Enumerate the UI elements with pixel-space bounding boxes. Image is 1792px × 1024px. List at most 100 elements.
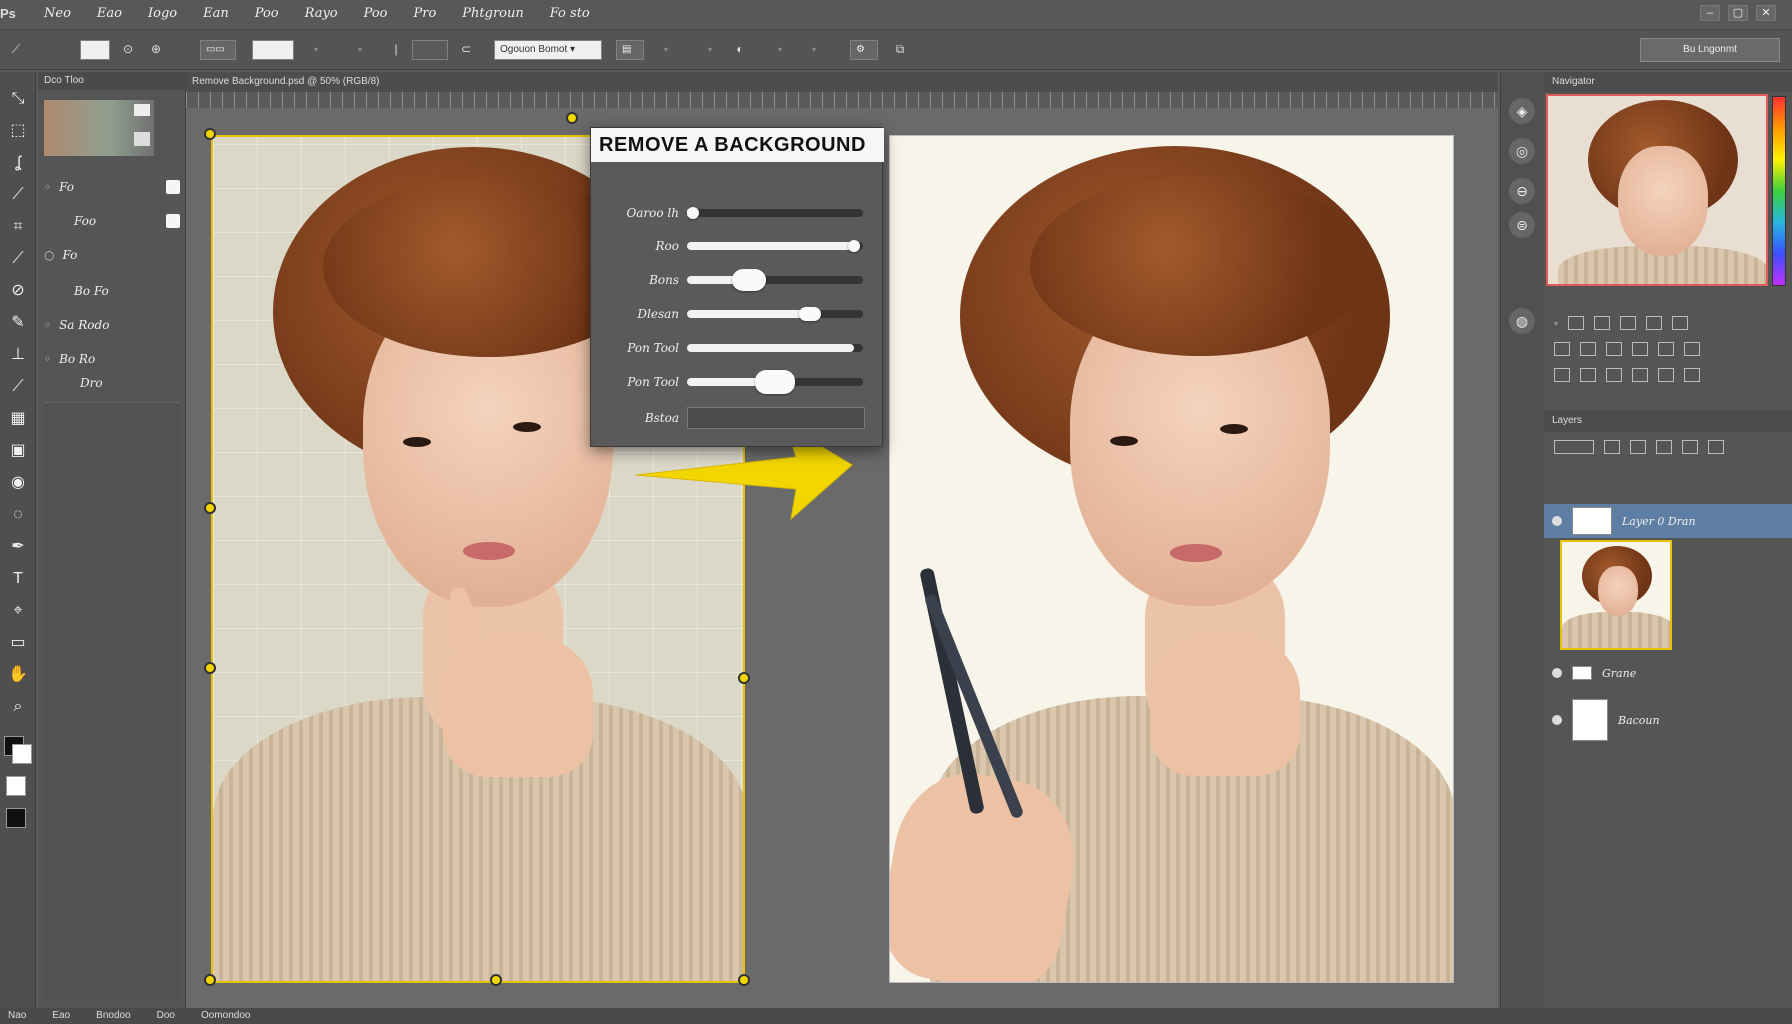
menu-item[interactable]: Fo sto: [550, 6, 590, 21]
slider-track[interactable]: [687, 344, 863, 352]
angle-icon[interactable]: ◦: [350, 40, 370, 60]
layer-option-button[interactable]: [1708, 440, 1724, 454]
option-button[interactable]: [1554, 368, 1570, 382]
navigator-thumbnail[interactable]: [1546, 94, 1768, 286]
transform-handle[interactable]: [204, 974, 216, 986]
option-button[interactable]: [1580, 368, 1596, 382]
slider-track[interactable]: [687, 269, 863, 291]
menu-item[interactable]: Poo: [364, 6, 388, 21]
menu-item[interactable]: Ean: [203, 6, 229, 21]
tool-preset-icon[interactable]: ⟋: [6, 40, 26, 60]
lock-icon[interactable]: [1604, 440, 1620, 454]
option-button[interactable]: [1606, 368, 1622, 382]
size-field[interactable]: [252, 40, 294, 60]
layer-option-button[interactable]: [1656, 440, 1672, 454]
panel-row[interactable]: Bo Fo: [44, 280, 180, 302]
transform-handle[interactable]: [566, 112, 578, 124]
dialog-slider-row[interactable]: Pon Tool: [599, 338, 877, 358]
close-icon[interactable]: ✕: [1756, 5, 1776, 21]
visibility-eye-icon[interactable]: [1552, 516, 1562, 526]
type-tool-icon[interactable]: T: [4, 566, 32, 592]
healing-brush-icon[interactable]: ⊘: [4, 278, 32, 304]
transform-handle[interactable]: [738, 672, 750, 684]
menu-item[interactable]: Rayo: [305, 6, 338, 21]
option-button[interactable]: [1594, 316, 1611, 330]
panel-row[interactable]: Foo: [44, 210, 180, 232]
option-icon[interactable]: ◦: [804, 40, 824, 60]
mode-icon[interactable]: ⊙: [118, 40, 138, 60]
option-icon[interactable]: ◦: [1554, 316, 1558, 330]
layers-title[interactable]: Layers: [1544, 410, 1792, 432]
slider-track[interactable]: [687, 370, 863, 394]
menu-item[interactable]: Neo: [44, 6, 71, 21]
refine-button[interactable]: ▤: [616, 40, 644, 60]
eraser-tool-icon[interactable]: ▦: [4, 406, 32, 432]
option-button[interactable]: [1606, 342, 1622, 356]
workspace-button[interactable]: Bu Lngonmt: [1640, 38, 1780, 62]
hand-tool-icon[interactable]: ✋: [4, 662, 32, 688]
transform-handle[interactable]: [738, 974, 750, 986]
document-tab[interactable]: Remove Background.psd @ 50% (RGB/8): [186, 72, 1498, 92]
symmetry-icon[interactable]: ⧉: [890, 40, 910, 60]
menu-item[interactable]: Eao: [97, 6, 122, 21]
libraries-icon[interactable]: ◍: [1509, 308, 1535, 334]
panel-row[interactable]: Dro: [44, 372, 180, 394]
layer-row[interactable]: Grane: [1544, 656, 1792, 690]
transform-handle[interactable]: [204, 502, 216, 514]
quick-mask-icon[interactable]: [6, 776, 26, 796]
dodge-tool-icon[interactable]: ◌: [4, 502, 32, 528]
preview-toggle-icon[interactable]: [134, 104, 150, 116]
channels-icon[interactable]: ⊜: [1509, 212, 1535, 238]
history-brush-icon[interactable]: ⟋: [4, 374, 32, 400]
layer-option-button[interactable]: [1630, 440, 1646, 454]
layer-preview-thumbnail[interactable]: [1560, 540, 1672, 650]
menu-item[interactable]: Pro: [414, 6, 437, 21]
zoom-tool-icon[interactable]: ⌕: [4, 694, 32, 720]
lasso-tool-icon[interactable]: ʆ: [4, 150, 32, 176]
option-icon[interactable]: ◦: [700, 40, 720, 60]
result-image-canvas[interactable]: [889, 135, 1454, 983]
slider-track[interactable]: [687, 240, 863, 252]
option-icon[interactable]: ◦: [770, 40, 790, 60]
option-toggle[interactable]: ▭▭: [200, 40, 236, 60]
slider-track[interactable]: [687, 207, 863, 219]
option-icon[interactable]: ◦: [656, 40, 676, 60]
transform-handle[interactable]: [204, 128, 216, 140]
adjustments-icon[interactable]: ◎: [1509, 138, 1535, 164]
transform-handle[interactable]: [490, 974, 502, 986]
blur-tool-icon[interactable]: ◉: [4, 470, 32, 496]
panel-row[interactable]: ◦ Sa Rodo: [44, 314, 180, 336]
blend-mode-dropdown[interactable]: [1554, 440, 1594, 454]
menu-item[interactable]: Phtgroun: [462, 6, 523, 21]
minimize-icon[interactable]: –: [1700, 5, 1720, 21]
panel-row[interactable]: ◦ Fo: [44, 176, 180, 198]
menu-item[interactable]: Iogo: [148, 6, 177, 21]
move-tool-icon[interactable]: ⤡: [4, 86, 32, 112]
option-button[interactable]: [1658, 342, 1674, 356]
clone-stamp-icon[interactable]: ⊥: [4, 342, 32, 368]
slider-knob[interactable]: [848, 240, 861, 252]
dialog-slider-row[interactable]: Bons: [599, 269, 877, 291]
visibility-eye-icon[interactable]: [1552, 715, 1562, 725]
crop-tool-icon[interactable]: ⌗: [4, 214, 32, 240]
checkbox[interactable]: [166, 180, 180, 194]
link-icon[interactable]: ⊂: [456, 40, 476, 60]
pressure-icon[interactable]: ◦: [306, 40, 326, 60]
gradient-tool-icon[interactable]: ▣: [4, 438, 32, 464]
maximize-icon[interactable]: ▢: [1728, 5, 1748, 21]
option-button[interactable]: [1554, 342, 1570, 356]
dialog-slider-row[interactable]: Dlesan: [599, 304, 877, 324]
panel-row[interactable]: ◦ Bo Ro: [44, 348, 180, 370]
slider-knob[interactable]: [687, 207, 699, 219]
option-button[interactable]: [1620, 316, 1637, 330]
screen-mode-icon[interactable]: [6, 808, 26, 828]
layer-row[interactable]: Bacoun: [1544, 696, 1792, 744]
add-icon[interactable]: ⊕: [146, 40, 166, 60]
dialog-slider-row[interactable]: Pon Tool: [599, 370, 877, 394]
layer-row[interactable]: Layer 0 Dran: [1544, 504, 1792, 538]
sample-dropdown[interactable]: Ogouon Bomot ▾: [494, 40, 602, 60]
properties-icon[interactable]: ⊖: [1509, 178, 1535, 204]
visibility-eye-icon[interactable]: [1552, 668, 1562, 678]
brush-preview[interactable]: [80, 40, 110, 60]
pen-tool-icon[interactable]: ✒: [4, 534, 32, 560]
